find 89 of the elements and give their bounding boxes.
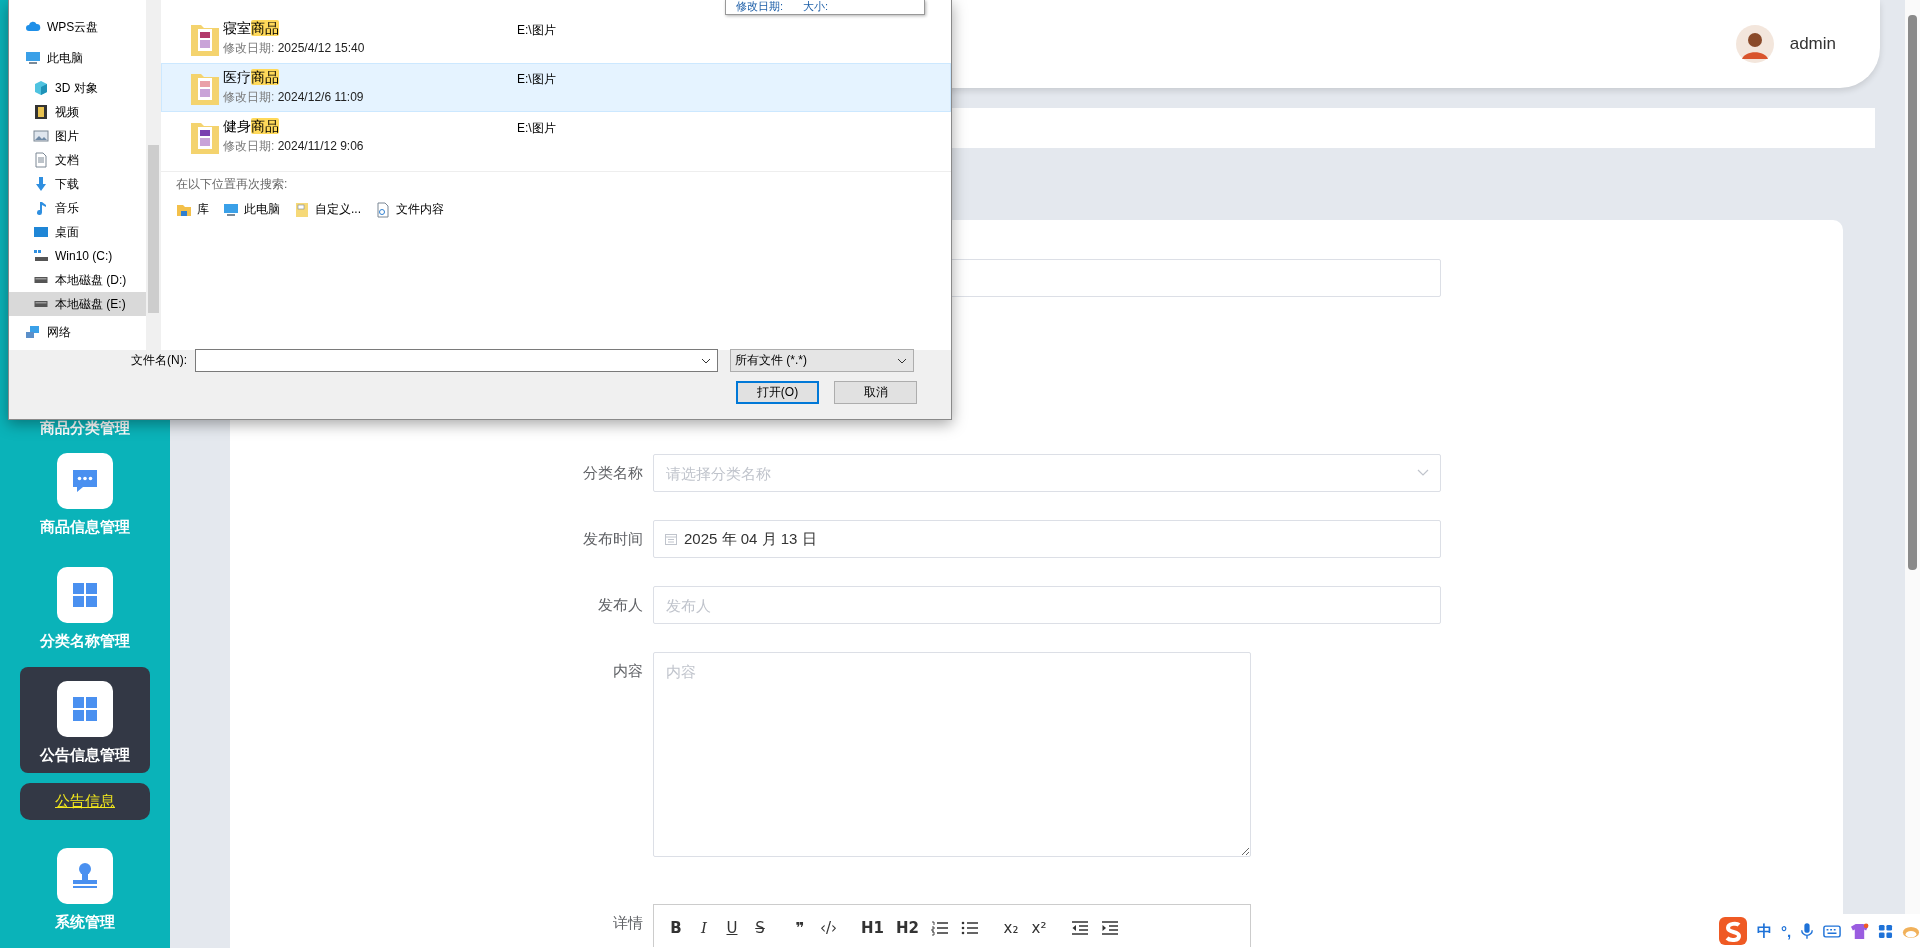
drive-icon [34, 277, 48, 283]
toolbar-button[interactable]: ‹/› [816, 919, 842, 937]
textarea-field[interactable]: 内容 [653, 652, 1251, 857]
drive-icon [34, 301, 48, 307]
chat-icon [57, 453, 113, 509]
nav-item[interactable]: 视频 [9, 100, 146, 124]
file-type-dropdown[interactable]: 所有文件 (*.*) [730, 349, 914, 372]
nav-item[interactable]: Win10 (C:) [9, 244, 146, 268]
toolbar-button[interactable]: B [664, 919, 688, 937]
cube-icon [33, 80, 49, 96]
input-field[interactable]: 发布人 [653, 586, 1441, 624]
search-result[interactable]: 健身商品 修改日期: 2024/11/12 9:06 E:\图片 [161, 112, 951, 161]
scrollbar-thumb[interactable] [1908, 15, 1917, 570]
toolbar-button[interactable]: x₂ [999, 919, 1024, 937]
computer-icon [223, 201, 239, 218]
tooltip: 修改日期: 大小: [725, 0, 925, 15]
picture-icon [33, 128, 49, 144]
field-label: 内容 [612, 661, 643, 681]
nav-item[interactable]: 音乐 [9, 196, 146, 220]
nav-item[interactable]: 本地磁盘 (E:) [9, 292, 146, 316]
input-method-logo-icon[interactable] [1718, 916, 1748, 946]
nav-item[interactable]: 3D 对象 [9, 76, 146, 100]
toolbar-button[interactable]: ❞ [788, 919, 812, 937]
document-icon [33, 152, 49, 168]
nav-item[interactable]: 下载 [9, 172, 146, 196]
film-icon [33, 104, 49, 120]
sidebar-item[interactable]: 公告信息管理 [20, 667, 150, 773]
grid-icon[interactable] [1878, 923, 1894, 939]
search-result[interactable]: 寝室商品 修改日期: 2025/4/12 15:40 E:\图片 [161, 14, 951, 63]
file-name: 医疗商品 [223, 69, 280, 87]
dialog-button[interactable]: 取消 [834, 381, 917, 404]
nav-item[interactable]: 本地磁盘 (D:) [9, 268, 146, 292]
folder-path: E:\图片 [517, 22, 557, 39]
modified-date: 修改日期: 2024/12/6 11:09 [223, 89, 365, 106]
toolbar-button[interactable]: H2 [892, 919, 924, 937]
file-name: 寝室商品 [223, 20, 280, 38]
field-label: 详情 [612, 913, 643, 933]
drive-icon [33, 248, 49, 264]
submenu-item[interactable]: 公告信息 [20, 783, 150, 820]
download-icon [33, 176, 49, 192]
select-field[interactable]: 请选择分类名称 [653, 454, 1441, 492]
keyboard-icon[interactable] [1823, 924, 1842, 938]
custom-location-icon [294, 201, 310, 218]
chevron-down-icon[interactable] [701, 357, 711, 364]
desktop-icon [33, 224, 49, 240]
user-name[interactable]: admin [1789, 34, 1836, 54]
input-mode-toggle[interactable]: 中 [1757, 921, 1772, 941]
rich-text-editor[interactable]: B I U S ❞ ‹/› H1 H2 x₂ x² [653, 904, 1251, 947]
chevron-down-icon[interactable] [897, 357, 907, 364]
field-label: 文件名(N): [130, 352, 188, 369]
stamp-icon [57, 848, 113, 904]
avatar-icon[interactable] [1735, 25, 1774, 63]
search-location-link[interactable]: 文件内容 [375, 201, 444, 218]
scrollbar[interactable] [146, 0, 161, 350]
modified-date: 修改日期: 2024/11/12 9:06 [223, 138, 365, 155]
toolbar-button[interactable]: x² [1027, 919, 1052, 937]
nav-item[interactable]: 图片 [9, 124, 146, 148]
search-result[interactable]: 医疗商品 修改日期: 2024/12/6 11:09 E:\图片 [161, 63, 951, 112]
modified-date: 修改日期: 2025/4/12 15:40 [223, 40, 366, 57]
punctuation-toggle[interactable]: °, [1781, 922, 1792, 940]
toolbar-button[interactable]: H1 [857, 919, 889, 937]
nav-item[interactable]: 网络 [9, 320, 146, 344]
section-title: 在以下位置再次搜索: [176, 176, 289, 193]
search-location-link[interactable]: 自定义... [294, 201, 361, 218]
toolbar-button[interactable]: U [720, 919, 744, 937]
grid-icon [57, 567, 113, 623]
nav-item[interactable]: 此电脑 [9, 46, 146, 70]
shirt-icon[interactable] [1850, 922, 1870, 940]
grid-icon [57, 681, 113, 737]
file-search-icon [375, 201, 391, 218]
file-name: 健身商品 [223, 118, 280, 136]
field-label: 发布人 [597, 595, 643, 615]
nav-item[interactable]: WPS云盘 [9, 15, 146, 39]
date-field[interactable]: 2025 年 04 月 13 日 [653, 520, 1441, 558]
network-icon [25, 324, 41, 340]
microphone-icon[interactable] [1800, 922, 1815, 940]
search-location-link[interactable]: 此电脑 [223, 201, 280, 218]
field-label: 发布时间 [582, 529, 643, 549]
file-name-combobox[interactable] [195, 349, 718, 372]
search-location-link[interactable]: 库 [176, 201, 209, 218]
computer-icon [25, 50, 41, 66]
toolbar-button[interactable]: S [748, 919, 772, 937]
folder-path: E:\图片 [517, 71, 557, 88]
nav-item[interactable]: 桌面 [9, 220, 146, 244]
field-label: 分类名称 [582, 463, 643, 483]
nav-item[interactable]: 文档 [9, 148, 146, 172]
folder-path: E:\图片 [517, 120, 557, 137]
toolbar-button[interactable]: I [692, 919, 716, 937]
dialog-button[interactable]: 打开(O) [736, 381, 819, 404]
